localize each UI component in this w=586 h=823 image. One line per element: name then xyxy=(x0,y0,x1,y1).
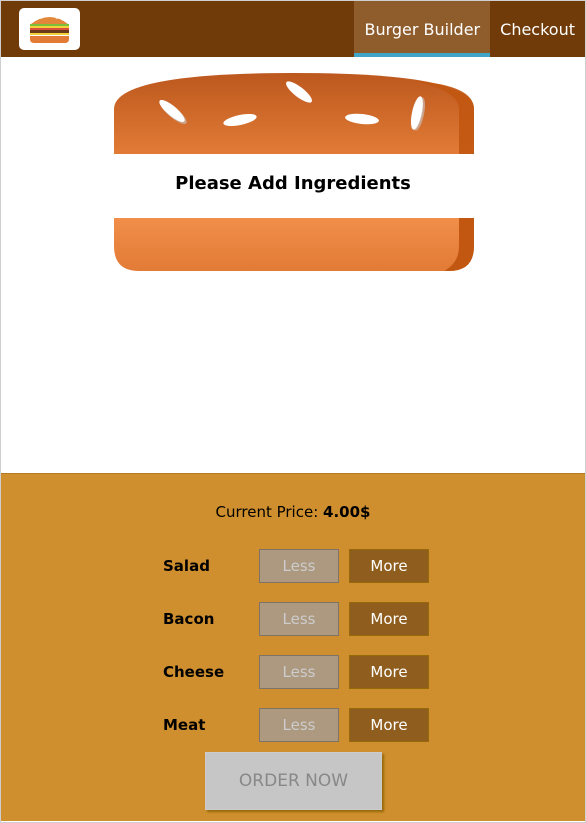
cheese-more-button[interactable]: More xyxy=(349,655,429,689)
cheese-less-button[interactable]: Less xyxy=(259,655,339,689)
app-frame: Burger Builder Checkout Please Add Ingre… xyxy=(0,0,586,823)
meat-more-button[interactable]: More xyxy=(349,708,429,742)
salad-less-button[interactable]: Less xyxy=(259,549,339,583)
nav-burger-builder-label: Burger Builder xyxy=(364,19,481,39)
toolbar: Burger Builder Checkout xyxy=(1,1,585,57)
control-meat: Meat Less More xyxy=(163,708,443,742)
build-controls: Current Price: 4.00$ Salad Less More Bac… xyxy=(1,473,585,821)
meat-less-button[interactable]: Less xyxy=(259,708,339,742)
bread-top xyxy=(114,73,474,154)
bread-bottom xyxy=(114,218,474,271)
burger-logo-icon xyxy=(30,15,69,43)
empty-burger-message: Please Add Ingredients xyxy=(175,173,411,194)
control-salad: Salad Less More xyxy=(163,549,443,583)
price-label: Current Price: xyxy=(215,503,319,521)
control-label-bacon: Bacon xyxy=(163,610,215,628)
nav-checkout-label: Checkout xyxy=(500,19,575,39)
salad-more-button[interactable]: More xyxy=(349,549,429,583)
main-nav: Burger Builder Checkout xyxy=(354,1,585,57)
nav-checkout[interactable]: Checkout xyxy=(490,1,585,57)
logo[interactable] xyxy=(19,8,80,50)
current-price: Current Price: 4.00$ xyxy=(1,503,585,521)
burger-preview: Please Add Ingredients xyxy=(1,57,585,473)
control-label-meat: Meat xyxy=(163,716,206,734)
bacon-less-button[interactable]: Less xyxy=(259,602,339,636)
control-bacon: Bacon Less More xyxy=(163,602,443,636)
bacon-more-button[interactable]: More xyxy=(349,602,429,636)
nav-burger-builder[interactable]: Burger Builder xyxy=(354,1,491,57)
control-cheese: Cheese Less More xyxy=(163,655,443,689)
price-value: 4.00$ xyxy=(323,503,371,521)
order-now-button[interactable]: ORDER NOW xyxy=(205,752,382,810)
control-label-salad: Salad xyxy=(163,557,210,575)
control-label-cheese: Cheese xyxy=(163,663,225,681)
